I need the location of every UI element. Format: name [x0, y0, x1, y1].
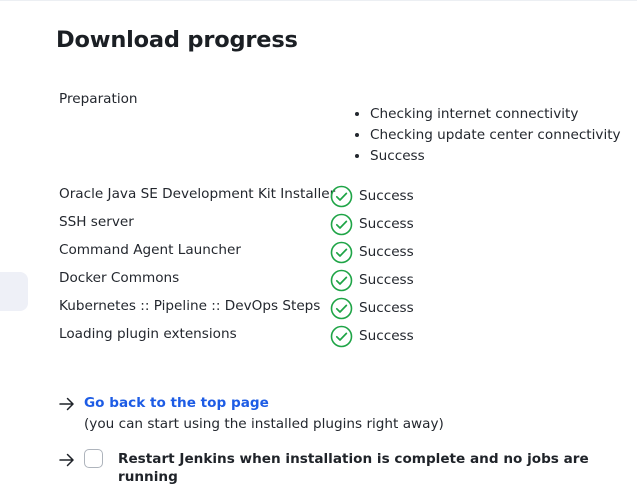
- plugin-name: Docker Commons: [59, 270, 180, 286]
- success-check-circle-icon: [330, 241, 353, 264]
- restart-checkbox-label[interactable]: Restart Jenkins when installation is com…: [118, 450, 637, 486]
- arrow-right-icon: [58, 395, 76, 413]
- status-text: Success: [359, 188, 414, 204]
- plugin-status: Success: [330, 212, 414, 236]
- page-title: Download progress: [56, 27, 298, 53]
- status-text: Success: [359, 272, 414, 288]
- preparation-check-list: Checking internet connectivity Checking …: [355, 104, 621, 167]
- plugin-name: Oracle Java SE Development Kit Installer: [59, 186, 336, 202]
- plugin-status: Success: [330, 240, 414, 264]
- success-check-circle-icon: [330, 269, 353, 292]
- restart-checkbox[interactable]: [84, 449, 103, 468]
- success-check-circle-icon: [330, 213, 353, 236]
- success-check-circle-icon: [330, 325, 353, 348]
- plugin-name: Command Agent Launcher: [59, 242, 241, 258]
- top-divider: [0, 0, 637, 1]
- success-check-circle-icon: [330, 185, 353, 208]
- plugin-name: Loading plugin extensions: [59, 326, 237, 342]
- arrow-right-icon: [58, 451, 76, 469]
- check-item-success: Success: [370, 146, 621, 167]
- success-check-circle-icon: [330, 297, 353, 320]
- status-text: Success: [359, 244, 414, 260]
- top-page-note: (you can start using the installed plugi…: [84, 416, 444, 432]
- plugin-status: Success: [330, 296, 414, 320]
- go-back-top-link[interactable]: Go back to the top page: [84, 394, 269, 412]
- check-item-internet: Checking internet connectivity: [370, 104, 621, 125]
- plugin-name: SSH server: [59, 214, 134, 230]
- plugin-name: Kubernetes :: Pipeline :: DevOps Steps: [59, 298, 321, 314]
- check-item-update-center: Checking update center connectivity: [370, 125, 621, 146]
- preparation-label: Preparation: [59, 91, 138, 107]
- plugin-status: Success: [330, 268, 414, 292]
- status-text: Success: [359, 216, 414, 232]
- side-panel-tab[interactable]: [0, 272, 28, 311]
- status-text: Success: [359, 300, 414, 316]
- status-text: Success: [359, 328, 414, 344]
- plugin-status: Success: [330, 324, 414, 348]
- plugin-status: Success: [330, 184, 414, 208]
